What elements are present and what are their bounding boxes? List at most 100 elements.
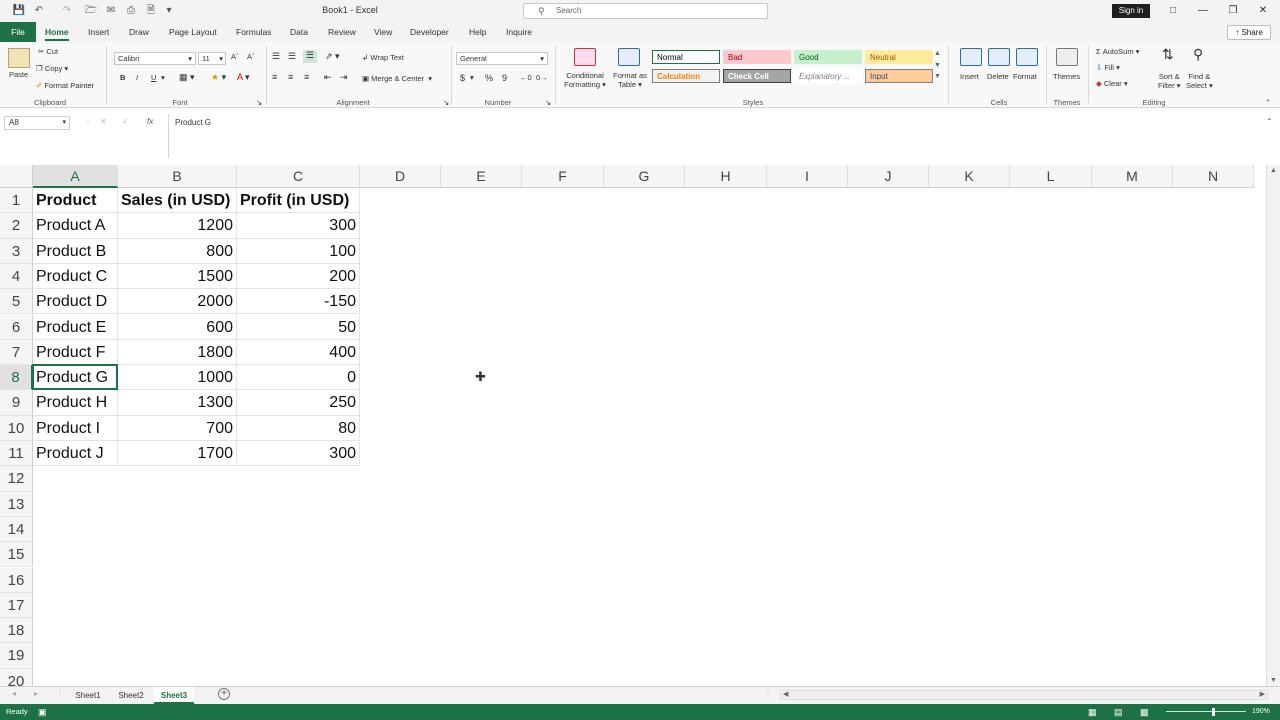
delete-cells-button[interactable]: Delete: [987, 72, 1009, 81]
find-select-button[interactable]: Find & Select ▾: [1186, 72, 1213, 90]
alignment-dialog-icon[interactable]: ↘: [443, 98, 449, 107]
cell-a5[interactable]: Product D: [33, 289, 118, 315]
cell-c8[interactable]: 0: [237, 365, 360, 391]
row-header-11[interactable]: 11: [0, 441, 33, 467]
tab-draw[interactable]: Draw: [129, 22, 149, 42]
cell-style-check-cell[interactable]: Check Cell: [723, 69, 791, 83]
column-header-a[interactable]: A: [33, 165, 118, 188]
cell-b6[interactable]: 600: [118, 314, 237, 340]
cell-a1[interactable]: Product: [33, 188, 118, 214]
cancel-icon[interactable]: ✕: [100, 117, 107, 126]
cell-c7[interactable]: 400: [237, 339, 360, 366]
tab-help[interactable]: Help: [469, 22, 486, 42]
themes-button[interactable]: Themes: [1053, 72, 1080, 81]
column-header-l[interactable]: L: [1010, 165, 1092, 188]
increase-font-icon[interactable]: Aˆ: [231, 52, 239, 61]
column-header-e[interactable]: E: [441, 165, 522, 188]
gallery-down-icon[interactable]: ▼: [934, 62, 941, 69]
cell-style-input[interactable]: Input: [865, 69, 933, 83]
row-header-3[interactable]: 3: [0, 238, 33, 264]
cell-b5[interactable]: 2000: [118, 289, 237, 315]
tab-review[interactable]: Review: [328, 22, 356, 42]
row-header-14[interactable]: 14: [0, 516, 33, 543]
align-center-icon[interactable]: ≡: [288, 72, 293, 82]
ribbon-display-icon[interactable]: □: [1162, 3, 1184, 19]
share-button[interactable]: ↑ Share: [1227, 25, 1271, 40]
scroll-left-icon[interactable]: ◀: [783, 690, 788, 698]
column-header-f[interactable]: F: [522, 165, 604, 188]
cell-b8[interactable]: 1000: [118, 365, 237, 391]
font-name-select[interactable]: Calibri ▾: [114, 52, 196, 65]
zoom-slider-thumb[interactable]: [1212, 708, 1215, 716]
normal-view-icon[interactable]: ▦: [1088, 704, 1097, 720]
cell-style-explanatory[interactable]: Explanatory ...: [794, 69, 862, 83]
delete-cells-icon[interactable]: [988, 48, 1010, 66]
bold-button[interactable]: B: [120, 73, 125, 82]
cell-c11[interactable]: 300: [237, 441, 360, 467]
decrease-decimal-icon[interactable]: 0→: [536, 73, 548, 82]
currency-button[interactable]: $: [460, 73, 465, 83]
increase-indent-icon[interactable]: ⇥: [340, 72, 348, 83]
cell-c3[interactable]: 100: [237, 238, 360, 264]
cell-c10[interactable]: 80: [237, 415, 360, 441]
sort-filter-icon[interactable]: ⇅: [1162, 46, 1174, 63]
column-header-n[interactable]: N: [1173, 165, 1254, 188]
cell-c1[interactable]: Profit (in USD): [237, 188, 360, 214]
page-break-view-icon[interactable]: ▩: [1140, 704, 1149, 720]
increase-decimal-icon[interactable]: ←0: [520, 73, 532, 82]
sign-in-button[interactable]: Sign in: [1112, 4, 1150, 18]
column-header-g[interactable]: G: [604, 165, 685, 188]
search-input[interactable]: ⚲ Search: [523, 3, 768, 19]
tab-home[interactable]: Home: [45, 22, 69, 42]
collapse-ribbon-icon[interactable]: ⌃: [1265, 98, 1271, 107]
cell-a2[interactable]: Product A: [33, 213, 118, 239]
align-right-icon[interactable]: ≡: [304, 72, 309, 82]
gallery-up-icon[interactable]: ▲: [934, 50, 941, 57]
row-header-7[interactable]: 7: [0, 339, 33, 366]
scroll-down-icon[interactable]: ▼: [1270, 677, 1277, 684]
cell-b3[interactable]: 800: [118, 238, 237, 264]
autosum-button[interactable]: Σ AutoSum ▾: [1096, 47, 1139, 56]
currency-dropdown-icon[interactable]: ▾: [470, 73, 474, 82]
fill-button[interactable]: ⇩ Fill ▾: [1096, 63, 1120, 72]
format-as-table-button[interactable]: Format as Table ▾: [610, 71, 650, 89]
format-cells-icon[interactable]: [1016, 48, 1038, 66]
close-icon[interactable]: ✕: [1252, 3, 1274, 19]
row-header-1[interactable]: 1: [0, 188, 33, 214]
cell-a3[interactable]: Product B: [33, 238, 118, 264]
clear-button[interactable]: ◆ Clear ▾: [1096, 79, 1128, 88]
cell-c9[interactable]: 250: [237, 390, 360, 416]
tab-insert[interactable]: Insert: [88, 22, 109, 42]
conditional-formatting-icon[interactable]: [574, 48, 596, 66]
macro-record-icon[interactable]: ▣: [38, 704, 47, 720]
add-sheet-icon[interactable]: +: [218, 688, 230, 700]
row-header-19[interactable]: 19: [0, 643, 33, 669]
paste-button[interactable]: Paste: [9, 70, 28, 79]
row-header-15[interactable]: 15: [0, 542, 33, 568]
scroll-right-icon[interactable]: ▶: [1260, 690, 1265, 698]
format-as-table-icon[interactable]: [618, 48, 640, 66]
row-header-9[interactable]: 9: [0, 390, 33, 416]
row-header-13[interactable]: 13: [0, 491, 33, 517]
column-header-m[interactable]: M: [1092, 165, 1173, 188]
font-size-select[interactable]: 11 ▾: [198, 52, 226, 65]
horizontal-scrollbar[interactable]: ◀ ▶: [780, 690, 1268, 700]
cell-a8[interactable]: Product G: [33, 365, 118, 391]
number-dialog-icon[interactable]: ↘: [545, 98, 551, 107]
comma-button[interactable]: 9: [502, 73, 507, 83]
column-header-b[interactable]: B: [118, 165, 237, 188]
vertical-scrollbar[interactable]: ▲ ▼: [1266, 165, 1280, 686]
tab-page-layout[interactable]: Page Layout: [169, 22, 217, 42]
row-header-6[interactable]: 6: [0, 314, 33, 340]
row-header-16[interactable]: 16: [0, 567, 33, 593]
tab-file[interactable]: File: [0, 22, 36, 42]
percent-button[interactable]: %: [485, 73, 493, 83]
row-header-4[interactable]: 4: [0, 263, 33, 290]
tab-inquire[interactable]: Inquire: [506, 22, 532, 42]
column-header-d[interactable]: D: [360, 165, 441, 188]
cell-style-neutral[interactable]: Neutral: [865, 50, 933, 64]
sheet-tab-1[interactable]: Sheet1: [68, 687, 108, 704]
decrease-font-icon[interactable]: Aˇ: [247, 52, 255, 61]
italic-button[interactable]: I: [136, 73, 138, 82]
decrease-indent-icon[interactable]: ⇤: [324, 72, 332, 83]
